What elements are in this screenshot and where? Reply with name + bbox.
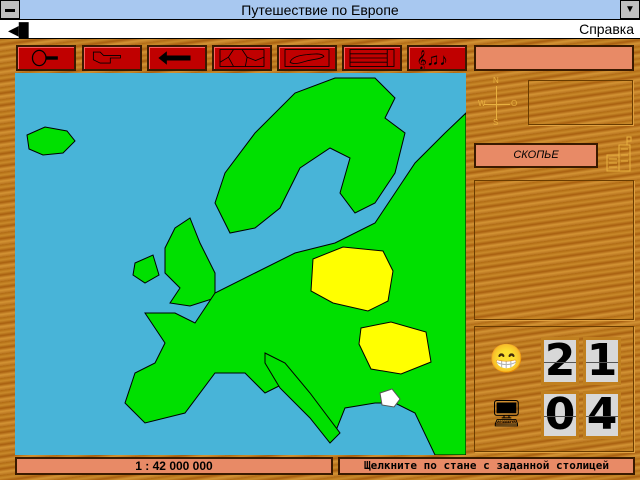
exit-arrow-icon[interactable]: ◀█ bbox=[8, 22, 29, 39]
borders-map-icon bbox=[219, 49, 265, 67]
scandinavia bbox=[214, 77, 406, 234]
map-scale: 1 : 42 000 000 bbox=[15, 457, 333, 475]
menu-help[interactable]: Справка bbox=[579, 21, 634, 37]
status-message: Щелкните по стане с заданной столицей bbox=[338, 457, 635, 475]
music-button[interactable]: 𝄞♫♪ bbox=[407, 45, 467, 71]
svg-text:𝄞♫♪: 𝄞♫♪ bbox=[417, 50, 448, 69]
compass-west: W bbox=[478, 99, 486, 108]
capital-city-label: СКОПЬЕ bbox=[474, 143, 598, 168]
europe-map[interactable] bbox=[15, 73, 466, 455]
player-score-ones: 1 bbox=[583, 337, 621, 385]
back-button[interactable] bbox=[147, 45, 207, 71]
british-isles bbox=[132, 217, 216, 307]
menu-bar: ◀█ Справка bbox=[0, 20, 640, 39]
system-menu-button[interactable]: ▬ bbox=[0, 0, 20, 19]
title-bar: ▬ Путешествие по Европе ▼ bbox=[0, 0, 640, 20]
borders-button[interactable] bbox=[212, 45, 272, 71]
magnifier-icon bbox=[31, 49, 58, 67]
compass-south: S bbox=[493, 118, 499, 127]
overview-box bbox=[528, 80, 633, 125]
compass-icon: N S W O bbox=[478, 76, 518, 128]
list-icon bbox=[349, 49, 395, 67]
minimize-button[interactable]: ▼ bbox=[620, 0, 640, 19]
iceland bbox=[26, 126, 76, 156]
magnifier-button[interactable] bbox=[16, 45, 76, 71]
computer-icon: 🖥 bbox=[490, 398, 524, 428]
back-arrow-icon bbox=[158, 51, 191, 65]
computer-score-ones: 4 bbox=[583, 391, 621, 439]
list-button[interactable] bbox=[342, 45, 402, 71]
player-score-tens: 2 bbox=[541, 337, 579, 385]
country-outline-icon bbox=[284, 49, 330, 67]
city-buildings-icon bbox=[605, 135, 632, 173]
pointer-button[interactable] bbox=[82, 45, 142, 71]
music-icon: 𝄞♫♪ bbox=[417, 50, 448, 70]
player-face-icon: 😁 bbox=[489, 343, 524, 374]
info-field bbox=[474, 45, 634, 71]
info-panel bbox=[474, 180, 634, 320]
compass-north: N bbox=[493, 76, 499, 85]
compass-east: O bbox=[511, 99, 518, 108]
computer-score-tens: 0 bbox=[541, 391, 579, 439]
outline-button[interactable] bbox=[277, 45, 337, 71]
window-title: Путешествие по Европе bbox=[241, 2, 399, 18]
pointing-hand-icon bbox=[92, 51, 121, 64]
